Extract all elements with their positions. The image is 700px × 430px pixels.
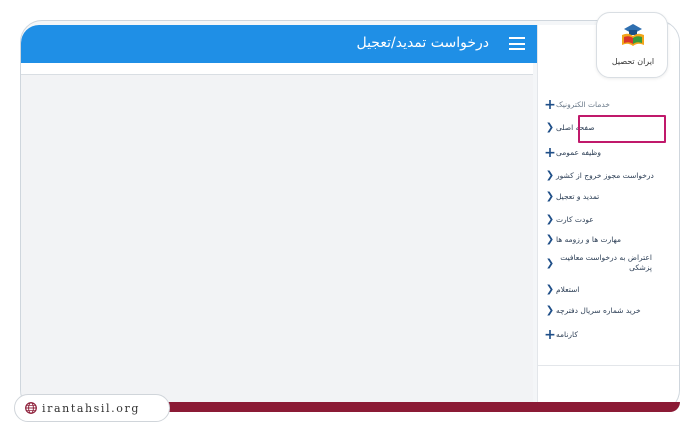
page-title: درخواست تمدید/تعجیل [356, 35, 489, 51]
sidebar-divider [538, 365, 679, 366]
sidebar-item-extension[interactable]: ❮ تمدید و تعجیل [538, 191, 679, 202]
chevron-left-icon: ❮ [545, 214, 555, 225]
sidebar: + خدمات الکترونیک ❮ صفحه اصلی + وظیفه عم… [537, 25, 679, 405]
sidebar-item-electronic-services[interactable]: + خدمات الکترونیک [538, 97, 679, 113]
sidebar-item-exit-permit[interactable]: ❮ درخواست مجوز خروج از کشور [538, 170, 679, 181]
plus-icon: + [544, 145, 556, 161]
chevron-left-icon: ❮ [545, 257, 555, 269]
content-toolbar [21, 63, 533, 75]
app-window: درخواست تمدید/تعجیل + خدمات الکترونیک ❮ … [20, 20, 680, 412]
chevron-left-icon: ❮ [545, 234, 555, 245]
sidebar-item-medical-exemption-appeal[interactable]: ❮ اعتراض به درخواست معافیت پزشکی [538, 253, 679, 273]
chevron-left-icon: ❮ [545, 170, 555, 181]
chevron-left-icon: ❮ [545, 191, 555, 202]
chevron-left-icon: ❮ [545, 284, 555, 295]
main-content [21, 75, 533, 405]
chevron-left-icon: ❮ [545, 122, 555, 133]
sidebar-item-public-duty[interactable]: + وظیفه عمومی [538, 145, 679, 161]
logo-badge: ایران تحصیل [596, 12, 668, 78]
sidebar-item-card-return[interactable]: ❮ عودت کارت [538, 214, 679, 225]
sidebar-item-skills-resumes[interactable]: ❮ مهارت ها و رزومه ها [538, 234, 679, 245]
globe-icon [25, 402, 37, 414]
book-logo-icon [622, 24, 644, 46]
sidebar-item-report-card[interactable]: + کارنامه [538, 327, 679, 343]
sidebar-item-home[interactable]: ❮ صفحه اصلی [538, 122, 679, 133]
sidebar-item-booklet-serial[interactable]: ❮ خرید شماره سریال دفترچه [538, 305, 679, 316]
logo-text: ایران تحصیل [611, 57, 655, 66]
chevron-left-icon: ❮ [545, 305, 555, 316]
site-url-pill[interactable]: irantahsil.org [14, 394, 170, 422]
page-header: درخواست تمدید/تعجیل [21, 25, 537, 63]
sidebar-item-inquiry[interactable]: ❮ استعلام [538, 284, 679, 295]
site-url: irantahsil.org [42, 401, 140, 415]
plus-icon: + [544, 327, 556, 343]
hamburger-menu-icon[interactable] [509, 37, 525, 50]
plus-icon: + [544, 97, 556, 113]
